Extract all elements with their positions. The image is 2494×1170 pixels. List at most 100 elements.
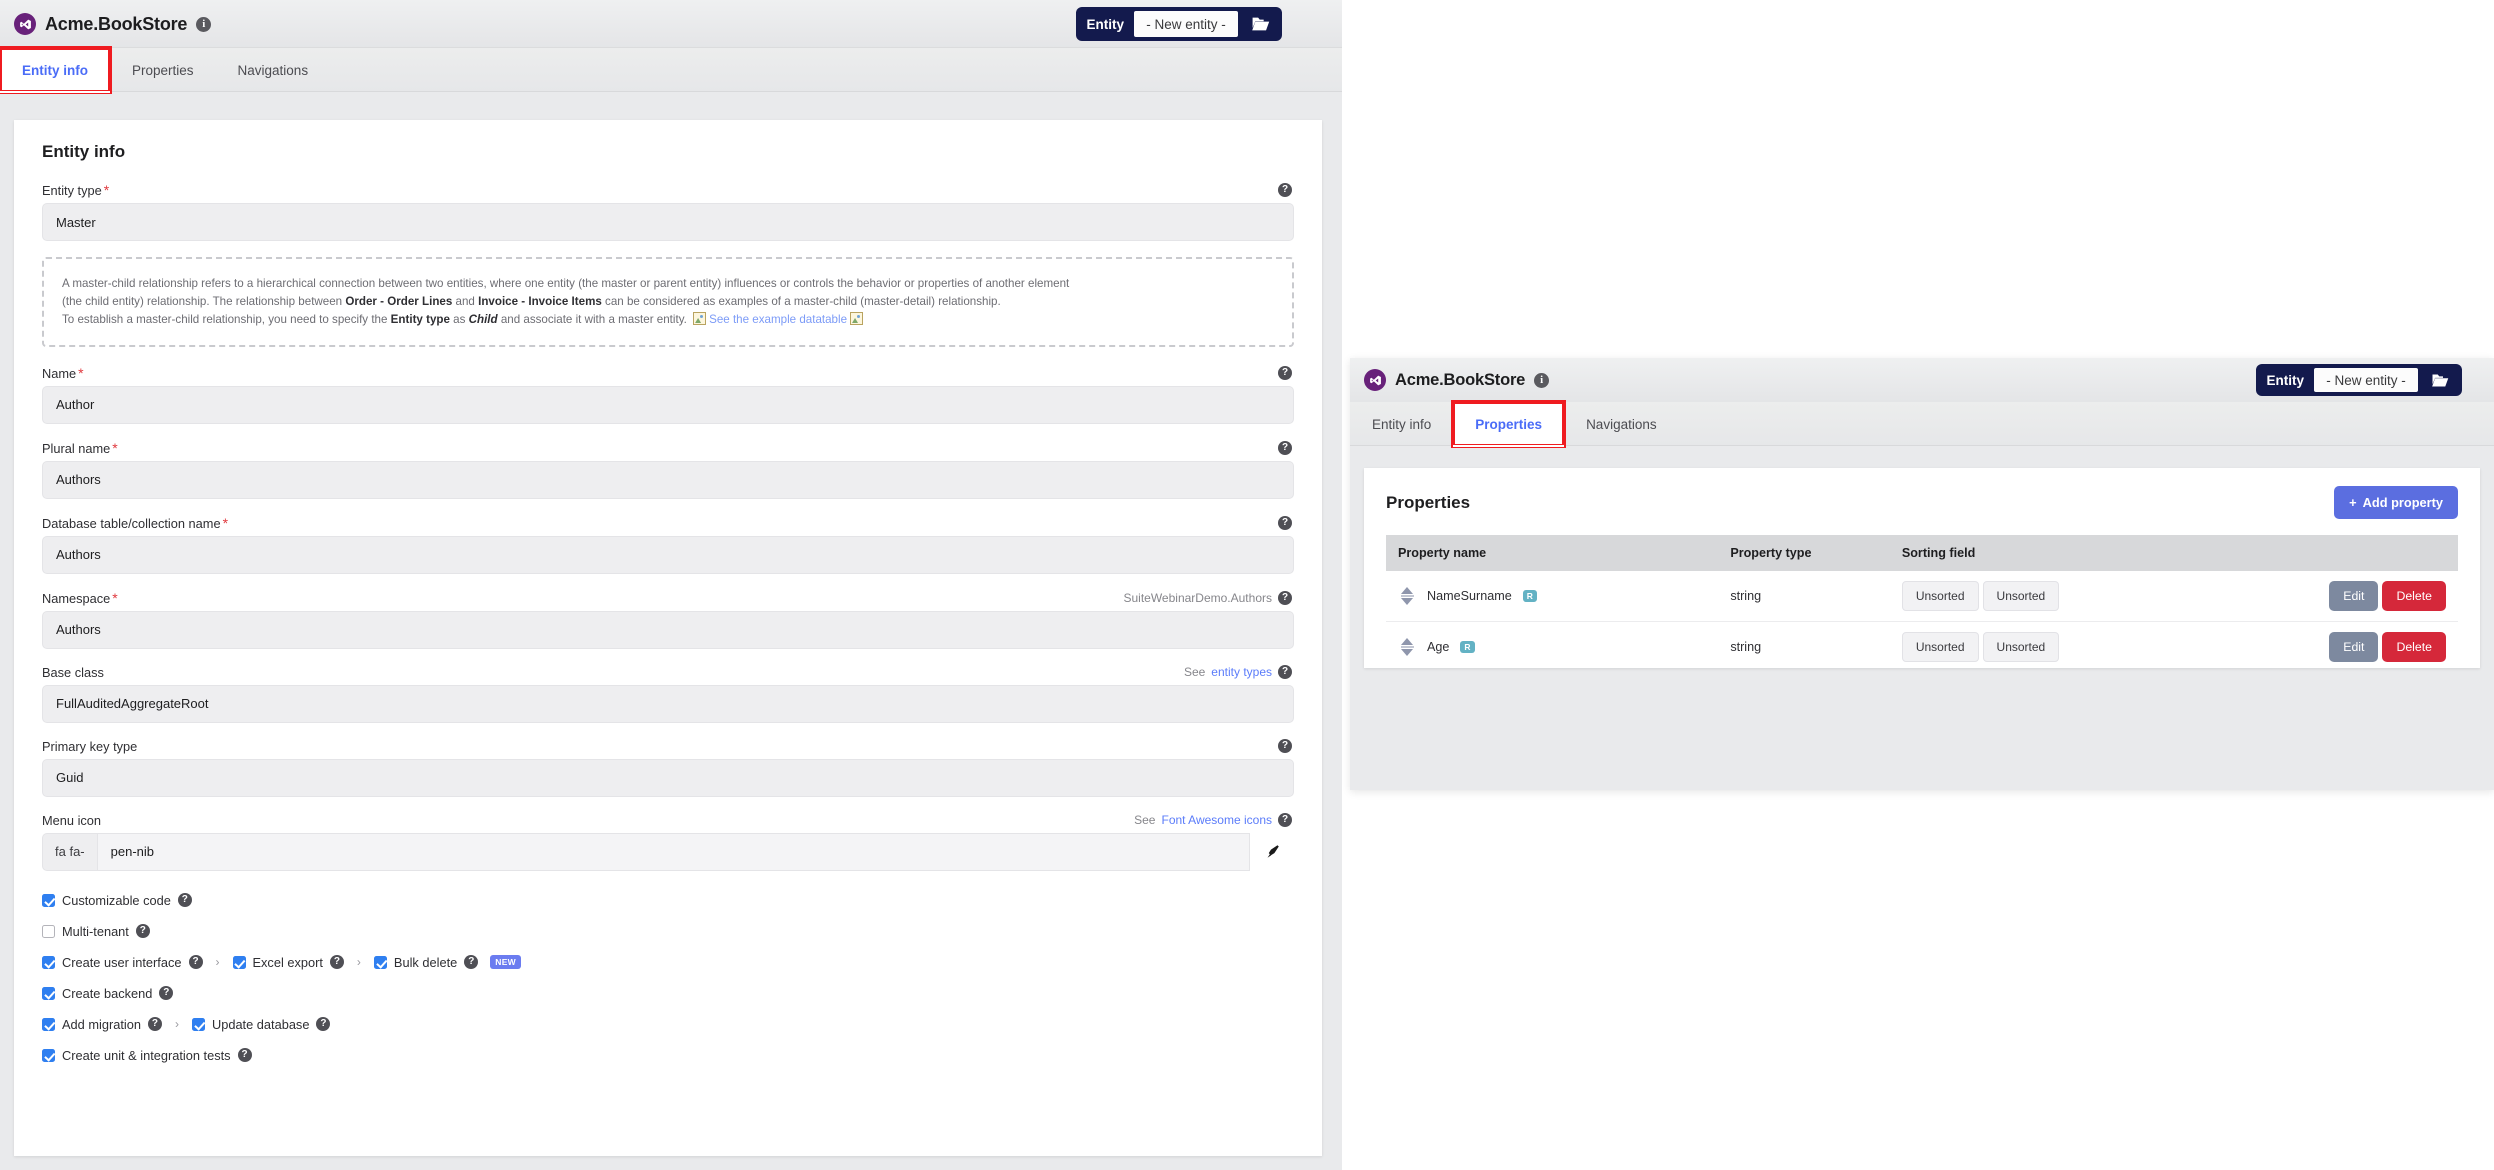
drag-handle-icon[interactable] [1401, 595, 1414, 597]
note-l3-b: Entity type [391, 313, 450, 326]
field-namespace: Namespace* SuiteWebinarDemo.Authors ? Au… [42, 590, 1294, 649]
help-icon[interactable]: ? [1278, 441, 1292, 455]
checkbox-excel-export[interactable] [233, 956, 246, 969]
help-icon[interactable]: ? [148, 1017, 162, 1031]
base-class-hint-prefix: See [1184, 665, 1205, 679]
col-actions [2244, 535, 2458, 571]
entity-name-input[interactable]: - New entity - [1134, 11, 1238, 37]
checkbox-create-backend[interactable] [42, 987, 55, 1000]
chevron-right-icon: › [216, 955, 220, 969]
db-table-input[interactable]: Authors [42, 536, 1294, 574]
label-text: Name [42, 366, 76, 381]
checkbox-create-unit-tests-label: Create unit & integration tests [62, 1048, 231, 1063]
property-name-text: NameSurname [1427, 589, 1512, 603]
tab-properties[interactable]: Properties [1453, 402, 1564, 446]
checkbox-create-user-interface[interactable] [42, 956, 55, 969]
note-l3-d: Child [469, 313, 498, 326]
sorting-pill-2[interactable]: Unsorted [1983, 581, 2060, 611]
checkbox-add-migration-label: Add migration [62, 1017, 141, 1032]
help-icon[interactable]: ? [1278, 739, 1292, 753]
tab-entity-info[interactable]: Entity info [1350, 402, 1453, 446]
note-l3-a: To establish a master-child relationship… [62, 313, 391, 326]
checkbox-bulk-delete[interactable] [374, 956, 387, 969]
help-icon[interactable]: ? [1278, 665, 1292, 679]
help-icon[interactable]: ? [178, 893, 192, 907]
label-text: Entity type [42, 183, 102, 198]
screenshot-root: Acme.BookStore i Entity - New entity - E… [0, 0, 2494, 1170]
cell-property-name: NameSurname R [1386, 571, 1718, 622]
example-datatable-link[interactable]: See the example datatable [709, 313, 847, 326]
required-marker: * [223, 515, 228, 531]
cell-actions: Edit Delete [2244, 571, 2458, 622]
edit-button[interactable]: Edit [2329, 581, 2378, 611]
checkbox-create-unit-tests[interactable] [42, 1049, 55, 1062]
sorting-pill-2[interactable]: Unsorted [1983, 632, 2060, 662]
tab-navigations[interactable]: Navigations [1564, 402, 1679, 446]
help-icon[interactable]: ? [1278, 813, 1292, 827]
entity-types-link[interactable]: entity types [1211, 665, 1272, 679]
entity-type-input[interactable]: Master [42, 203, 1294, 241]
main-window-titlebar: Acme.BookStore i Entity - New entity - [0, 0, 1342, 48]
visual-studio-logo [1364, 369, 1386, 391]
label-text: Namespace [42, 591, 110, 606]
tab-properties-label: Properties [132, 63, 194, 78]
info-icon[interactable]: i [196, 17, 211, 32]
menu-icon-input[interactable]: pen-nib [97, 833, 1250, 871]
help-icon[interactable]: ? [159, 986, 173, 1000]
cell-actions: Edit Delete [2244, 622, 2458, 673]
info-icon[interactable]: i [1534, 373, 1549, 388]
drag-handle-icon[interactable] [1401, 646, 1414, 648]
row-reorder-handle[interactable] [1398, 638, 1416, 656]
new-badge: NEW [490, 955, 521, 969]
entity-name-input[interactable]: - New entity - [2314, 368, 2418, 392]
base-class-input[interactable]: FullAuditedAggregateRoot [42, 685, 1294, 723]
note-l3-e: and associate it with a master entity. [498, 313, 687, 326]
plural-name-input[interactable]: Authors [42, 461, 1294, 499]
note-l2-d: Invoice - Invoice Items [478, 295, 602, 308]
tab-navigations[interactable]: Navigations [216, 48, 331, 92]
help-icon[interactable]: ? [464, 955, 478, 969]
help-icon[interactable]: ? [1278, 591, 1292, 605]
help-icon[interactable]: ? [1278, 366, 1292, 380]
help-icon[interactable]: ? [1278, 183, 1292, 197]
arrow-up-icon[interactable] [1401, 587, 1413, 594]
tab-entity-info[interactable]: Entity info [0, 48, 110, 92]
checkbox-customizable-code-label: Customizable code [62, 893, 171, 908]
row-reorder-handle[interactable] [1398, 587, 1416, 605]
help-icon[interactable]: ? [189, 955, 203, 969]
tab-navigations-label: Navigations [1586, 417, 1657, 432]
help-icon[interactable]: ? [316, 1017, 330, 1031]
delete-button[interactable]: Delete [2382, 581, 2446, 611]
primary-key-type-input[interactable]: Guid [42, 759, 1294, 797]
arrow-up-icon[interactable] [1401, 638, 1413, 645]
delete-button[interactable]: Delete [2382, 632, 2446, 662]
tab-entity-info-label: Entity info [22, 63, 88, 78]
arrow-down-icon[interactable] [1401, 649, 1413, 656]
checkbox-row-migration-group: Add migration ? › Update database ? [42, 1017, 1294, 1032]
cell-property-type: string [1718, 571, 1890, 622]
help-icon[interactable]: ? [330, 955, 344, 969]
sorting-pill-1[interactable]: Unsorted [1902, 632, 1979, 662]
add-property-button[interactable]: + Add property [2334, 486, 2458, 519]
help-icon[interactable]: ? [136, 924, 150, 938]
app-brand: Acme.BookStore i [0, 13, 211, 35]
checkbox-update-database[interactable] [192, 1018, 205, 1031]
entity-selector[interactable]: Entity - New entity - [2256, 364, 2462, 396]
checkbox-multi-tenant[interactable] [42, 925, 55, 938]
help-icon[interactable]: ? [238, 1048, 252, 1062]
sorting-pill-1[interactable]: Unsorted [1902, 581, 1979, 611]
arrow-down-icon[interactable] [1401, 598, 1413, 605]
folder-open-icon[interactable] [1238, 7, 1282, 41]
folder-open-icon[interactable] [2418, 364, 2462, 396]
note-line-2: (the child entity) relationship. The rel… [62, 293, 1274, 311]
font-awesome-icons-link[interactable]: Font Awesome icons [1161, 813, 1272, 827]
checkbox-add-migration[interactable] [42, 1018, 55, 1031]
edit-button[interactable]: Edit [2329, 632, 2378, 662]
help-icon[interactable]: ? [1278, 516, 1292, 530]
checkbox-customizable-code[interactable] [42, 894, 55, 907]
namespace-input[interactable]: Authors [42, 611, 1294, 649]
tab-properties[interactable]: Properties [110, 48, 216, 92]
name-input[interactable]: Author [42, 386, 1294, 424]
entity-selector[interactable]: Entity - New entity - [1076, 7, 1282, 41]
field-entity-type-label: Entity type* [42, 182, 109, 198]
